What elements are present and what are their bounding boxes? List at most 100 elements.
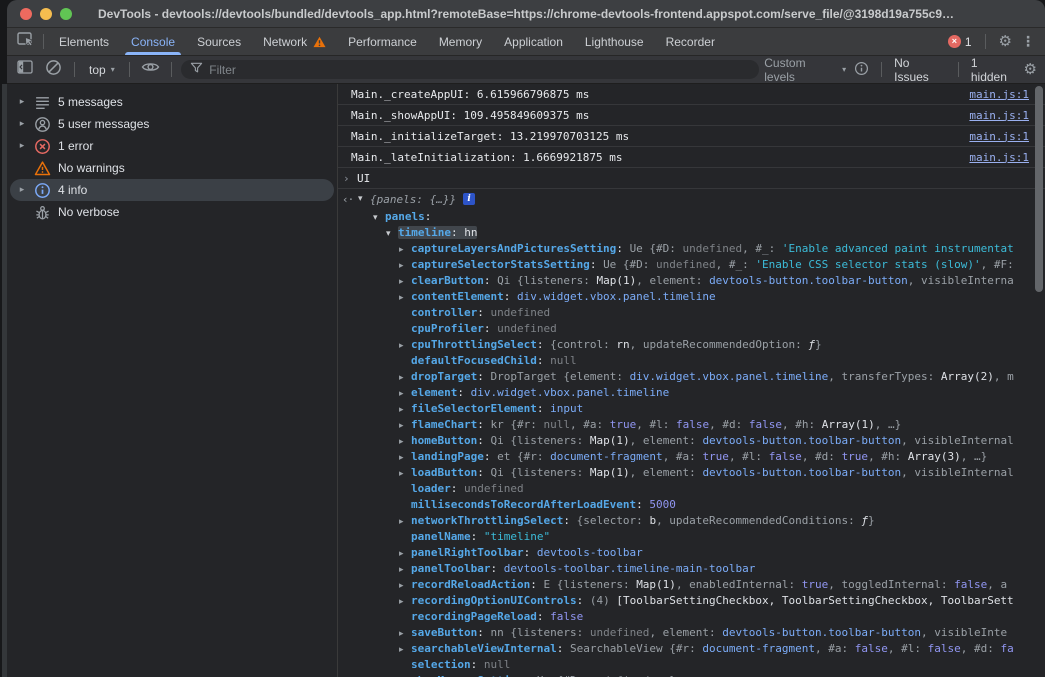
- tab-recorder[interactable]: Recorder: [655, 28, 726, 55]
- disclosure-triangle[interactable]: ▸: [399, 546, 411, 561]
- property-key: selection: [411, 658, 471, 671]
- tab-console[interactable]: Console: [120, 28, 186, 55]
- disclosure-triangle[interactable]: ▾: [373, 210, 385, 225]
- tree-row-searchableViewInternal: ▸searchableViewInternal: SearchableView …: [338, 641, 1045, 657]
- disclosure-triangle[interactable]: ▸: [399, 386, 411, 401]
- tab-performance[interactable]: Performance: [337, 28, 428, 55]
- disclosure-triangle[interactable]: ▸: [399, 242, 411, 257]
- create-live-expression-button[interactable]: [139, 60, 163, 80]
- tab-label: Lighthouse: [585, 35, 644, 49]
- expand-arrow-icon[interactable]: ▸: [17, 141, 27, 151]
- property-value: :: [537, 610, 550, 623]
- property-key: controller: [411, 306, 477, 319]
- disclosure-triangle[interactable]: ▸: [399, 290, 411, 305]
- console-sidebar-toggle-button[interactable]: [13, 60, 37, 80]
- issues-link[interactable]: No Issues: [894, 56, 946, 84]
- sidebar-item-errors[interactable]: ▸1 error: [10, 135, 334, 157]
- property-value: :: [590, 258, 603, 271]
- property-value: :: [451, 226, 464, 239]
- close-window-button[interactable]: [20, 8, 32, 20]
- source-link[interactable]: main.js:1: [969, 109, 1029, 122]
- property-key: flameChart: [411, 418, 477, 431]
- javascript-context-selector[interactable]: top ▾: [84, 63, 120, 77]
- vertical-scrollbar-thumb[interactable]: [1035, 86, 1043, 292]
- tree-row-selection: selection: null: [338, 657, 1045, 673]
- divider: [881, 62, 882, 77]
- block-icon: [45, 59, 62, 81]
- console-message: Main._initializeTarget: 13.219970703125 …: [338, 126, 1045, 147]
- disclosure-triangle[interactable]: ▾: [358, 194, 370, 204]
- tree-row-flameChart: ▸flameChart: kr {#r: null, #a: true, #l:…: [338, 417, 1045, 433]
- disclosure-triangle[interactable]: ▸: [399, 594, 411, 609]
- property-value: , #l:: [636, 418, 676, 431]
- tree-row-recordingOptionUIControls: ▸recordingOptionUIControls: (4) [Toolbar…: [338, 593, 1045, 609]
- property-value: false: [749, 418, 782, 431]
- disclosure-triangle[interactable]: ▸: [399, 274, 411, 289]
- info-icon[interactable]: [854, 61, 869, 79]
- sidebar-item-label: 5 messages: [58, 95, 123, 109]
- console-messages-pane: Main._createAppUI: 6.615966796875 ms main…: [338, 84, 1045, 677]
- disclosure-triangle[interactable]: ▸: [399, 642, 411, 657]
- disclosure-triangle[interactable]: ▸: [399, 562, 411, 577]
- message-text: Main._initializeTarget: 13.219970703125 …: [351, 130, 629, 143]
- disclosure-triangle[interactable]: ▸: [399, 514, 411, 529]
- sidebar-item-messages[interactable]: ▸ 5 messages: [10, 91, 334, 113]
- property-value: :: [484, 322, 497, 335]
- property-key: contentElement: [411, 290, 504, 303]
- property-value: et {#r:: [497, 450, 550, 463]
- message-text: Main._showAppUI: 109.495849609375 ms: [351, 109, 589, 122]
- error-count-badge[interactable]: × 1: [948, 35, 972, 49]
- panel-left-icon: [17, 60, 33, 79]
- disclosure-triangle[interactable]: ▸: [399, 402, 411, 417]
- expand-arrow-icon[interactable]: ▸: [17, 119, 27, 129]
- settings-gear-icon[interactable]: ⚙: [999, 34, 1012, 49]
- tab-elements[interactable]: Elements: [48, 28, 120, 55]
- console-settings-gear-icon[interactable]: ⚙: [1024, 62, 1037, 77]
- clear-console-button[interactable]: [42, 60, 66, 80]
- minimize-window-button[interactable]: [40, 8, 52, 20]
- divider: [43, 34, 44, 49]
- disclosure-triangle[interactable]: ▸: [399, 626, 411, 641]
- filter-input[interactable]: [209, 63, 750, 77]
- devtools-tab-bar: ElementsConsoleSourcesNetworkPerformance…: [7, 28, 1045, 56]
- disclosure-triangle[interactable]: ▸: [399, 258, 411, 273]
- tab-network[interactable]: Network: [252, 28, 337, 55]
- property-value: , #_:: [716, 258, 756, 271]
- property-value: :: [537, 402, 550, 415]
- user-icon: [34, 116, 51, 133]
- tab-application[interactable]: Application: [493, 28, 574, 55]
- disclosure-triangle[interactable]: ▸: [399, 450, 411, 465]
- property-value: true: [842, 450, 869, 463]
- sidebar-item-info[interactable]: ▸4 info: [10, 179, 334, 201]
- property-value: true: [702, 450, 729, 463]
- evaluated-info-badge[interactable]: i: [463, 193, 475, 205]
- sidebar-item-verbose[interactable]: No verbose: [10, 201, 334, 223]
- divider: [171, 62, 172, 77]
- tab-sources[interactable]: Sources: [186, 28, 252, 55]
- kebab-menu-icon[interactable]: ⋮: [1021, 34, 1035, 50]
- tree-row-saveButton: ▸saveButton: nn {listeners: undefined, e…: [338, 625, 1045, 641]
- tab-lighthouse[interactable]: Lighthouse: [574, 28, 655, 55]
- zoom-window-button[interactable]: [60, 8, 72, 20]
- disclosure-triangle[interactable]: ▸: [399, 370, 411, 385]
- property-value: :: [471, 530, 484, 543]
- property-value: , #h:: [782, 418, 822, 431]
- disclosure-triangle[interactable]: ▸: [399, 338, 411, 353]
- inspect-element-button[interactable]: [17, 32, 35, 52]
- source-link[interactable]: main.js:1: [969, 151, 1029, 164]
- source-link[interactable]: main.js:1: [969, 88, 1029, 101]
- sidebar-item-user-messages[interactable]: ▸5 user messages: [10, 113, 334, 135]
- disclosure-triangle[interactable]: ▸: [399, 418, 411, 433]
- sidebar-item-warnings[interactable]: No warnings: [10, 157, 334, 179]
- expand-arrow-icon[interactable]: ▸: [17, 185, 27, 195]
- expand-arrow-icon[interactable]: ▸: [17, 97, 27, 107]
- disclosure-triangle[interactable]: ▸: [399, 466, 411, 481]
- disclosure-triangle[interactable]: ▾: [386, 226, 398, 241]
- property-key: defaultFocusedChild: [411, 354, 537, 367]
- source-link[interactable]: main.js:1: [969, 130, 1029, 143]
- disclosure-triangle[interactable]: ▸: [399, 578, 411, 593]
- tab-memory[interactable]: Memory: [428, 28, 493, 55]
- disclosure-triangle[interactable]: ▸: [399, 434, 411, 449]
- message-text: Main._createAppUI: 6.615966796875 ms: [351, 88, 589, 101]
- log-levels-dropdown[interactable]: Custom levels ▾: [764, 56, 846, 84]
